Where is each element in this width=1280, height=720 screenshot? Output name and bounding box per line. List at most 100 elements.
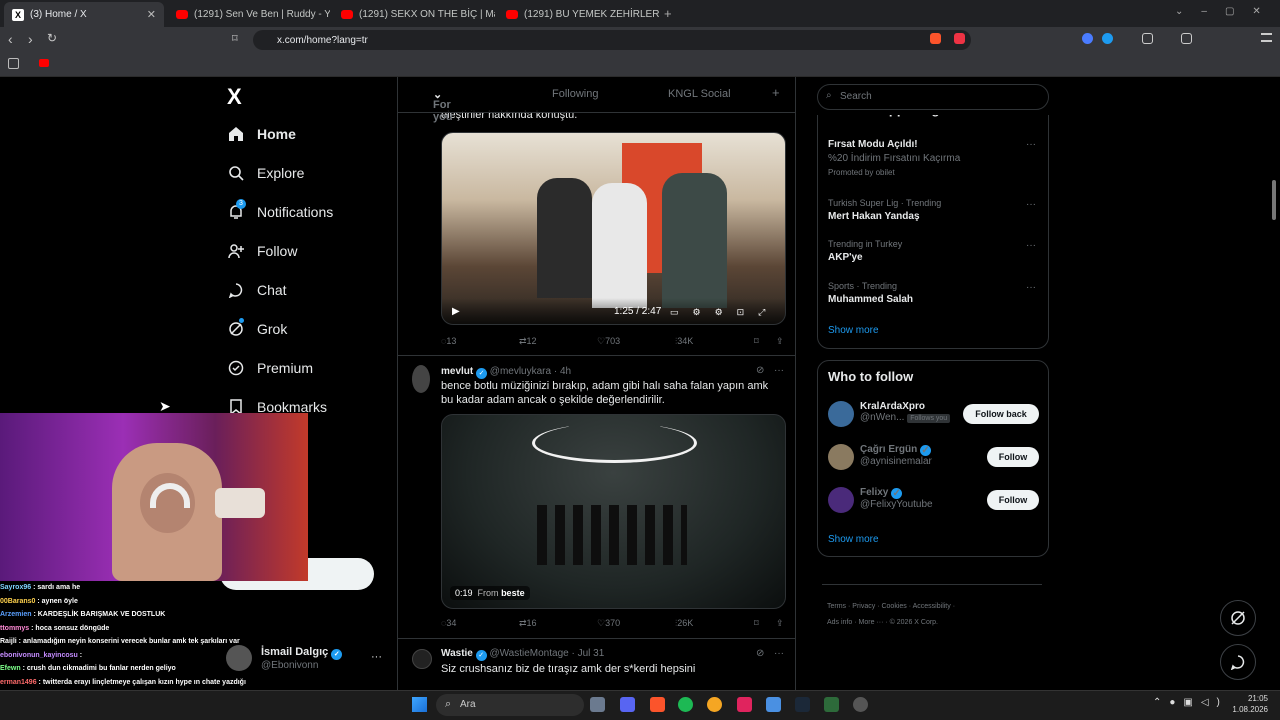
follow-suggestion[interactable]: Felixy ✓ @FelixyYoutube: [860, 487, 933, 510]
avatar[interactable]: [412, 649, 432, 669]
footer-links[interactable]: Terms · Privacy · Cookies · Accessibilit…: [827, 599, 1047, 631]
repost-button[interactable]: ⇄ 12: [519, 336, 537, 347]
more-icon[interactable]: ···: [1026, 139, 1036, 150]
apps-grid-icon[interactable]: [8, 58, 19, 69]
follow-button[interactable]: Follow: [987, 490, 1039, 510]
follow-suggestion[interactable]: Çağrı Ergün ✓ @aynisinemalar: [860, 444, 932, 467]
chat-text: hoca sonsuz döngüde: [35, 624, 110, 632]
sidebar-item-grok[interactable]: Grok: [227, 318, 287, 338]
sidebar-item-notifications[interactable]: 3 Notifications: [227, 199, 333, 221]
share-icon[interactable]: ⇪: [776, 618, 784, 629]
verified-icon: ✓: [891, 488, 903, 499]
grok-icon[interactable]: ⊘: [756, 365, 764, 376]
play-icon[interactable]: ▶: [452, 306, 460, 317]
show-more-link[interactable]: Show more: [828, 325, 879, 336]
app-icon[interactable]: [707, 697, 722, 712]
extension-icon[interactable]: [1082, 33, 1093, 44]
x-logo[interactable]: X: [227, 84, 242, 110]
bookmark-icon[interactable]: ⌑: [754, 336, 759, 347]
close-tab-icon[interactable]: ✕: [147, 8, 156, 21]
tab-x-home[interactable]: X (3) Home / X ✕: [4, 2, 164, 27]
sidebar-item-follow[interactable]: Follow: [227, 242, 297, 260]
account-more-icon[interactable]: ···: [371, 651, 382, 663]
youtube-bookmark-icon[interactable]: [39, 59, 49, 67]
follow-back-button[interactable]: Follow back: [963, 404, 1039, 424]
grok-fab-icon[interactable]: [1220, 600, 1256, 636]
trend-item[interactable]: Sports · Trending Muhammed Salah: [828, 281, 913, 305]
follow-suggestion[interactable]: KralArdaXpro @nWen... Follows you: [860, 401, 951, 423]
new-tab-button[interactable]: +: [664, 6, 672, 21]
app-icon[interactable]: [590, 697, 605, 712]
sidebar-item-premium[interactable]: Premium: [227, 359, 313, 377]
avatar[interactable]: [412, 365, 430, 393]
sidebar-item-home[interactable]: Home: [227, 125, 296, 143]
scrollbar-thumb[interactable]: [1272, 180, 1276, 220]
tab-following[interactable]: Following: [552, 88, 598, 100]
app-icon[interactable]: [824, 697, 839, 712]
sidebar-item-chat[interactable]: Chat: [227, 281, 287, 299]
tab-youtube-2[interactable]: (1291) SEKX ON THE BİÇ | Madara Ol: [333, 4, 495, 24]
more-icon[interactable]: ···: [774, 365, 784, 376]
reply-button[interactable]: ◌ 34: [441, 618, 456, 628]
grok-icon[interactable]: ⊘: [756, 648, 764, 659]
brave-shield-icon[interactable]: [930, 33, 941, 44]
repost-button[interactable]: ⇄ 16: [519, 618, 537, 629]
brave-rewards-icon[interactable]: [954, 33, 965, 44]
obs-icon[interactable]: [853, 697, 868, 712]
puzzle-extensions-icon[interactable]: [1142, 33, 1153, 44]
more-icon[interactable]: ···: [774, 648, 784, 659]
tab-youtube-1[interactable]: (1291) Sen Ve Ben | Ruddy - YouTube: [168, 4, 330, 24]
avatar[interactable]: [828, 401, 854, 427]
back-button[interactable]: ‹: [8, 31, 13, 47]
timeline-tabs: For you ⌄ Following KNGL Social +: [398, 77, 795, 123]
tab-for-you[interactable]: For you ⌄: [433, 88, 453, 123]
like-button[interactable]: ♡ 370: [597, 618, 620, 629]
views-count[interactable]: ⫶ 34K: [675, 336, 693, 347]
video-controls[interactable]: ▭⚙⚙⊡⤢: [670, 307, 779, 318]
bookmark-page-icon[interactable]: ⌑: [232, 32, 238, 45]
more-icon[interactable]: ···: [1026, 282, 1036, 293]
steam-icon[interactable]: [795, 697, 810, 712]
app-icon[interactable]: [766, 697, 781, 712]
trend-item[interactable]: Trending in Turkey AKP'ye: [828, 239, 902, 263]
menu-icon[interactable]: [1261, 33, 1272, 42]
avatar[interactable]: [828, 444, 854, 470]
tweet-header: mevlut ✓ @mevluykara · 4h: [441, 366, 572, 379]
more-icon[interactable]: ···: [1026, 199, 1036, 210]
share-icon[interactable]: ⇪: [776, 336, 784, 347]
more-icon[interactable]: ···: [1026, 240, 1036, 251]
messages-fab-icon[interactable]: [1220, 644, 1256, 680]
follow-button[interactable]: Follow: [987, 447, 1039, 467]
clock[interactable]: 21:05 1.08.2026: [1228, 693, 1268, 715]
window-controls[interactable]: ⌄–▢✕: [1175, 6, 1279, 17]
show-more-link[interactable]: Show more: [828, 534, 879, 545]
like-button[interactable]: ♡ 703: [597, 336, 620, 347]
trend-item[interactable]: Turkish Super Lig · Trending Mert Hakan Y…: [828, 198, 941, 222]
trend-item[interactable]: Fırsat Modu Açıldı! %20 İndirim Fırsatını…: [828, 139, 960, 177]
forward-button[interactable]: ›: [28, 31, 33, 47]
extension-icon[interactable]: [1102, 33, 1113, 44]
app-icon[interactable]: [737, 697, 752, 712]
spotify-icon[interactable]: [678, 697, 693, 712]
bell-icon: 3: [227, 199, 246, 221]
sidebar-item-explore[interactable]: Explore: [227, 164, 304, 182]
add-tab-icon[interactable]: +: [772, 85, 780, 100]
search-input[interactable]: Search: [817, 84, 1049, 110]
sidebar-toggle-icon[interactable]: [1181, 33, 1192, 44]
system-tray[interactable]: ⌃●▣◁): [1153, 697, 1228, 708]
video-player[interactable]: ▶ 1:25 / 2:47 ▭⚙⚙⊡⤢: [441, 132, 786, 325]
discord-icon[interactable]: [620, 697, 635, 712]
avatar[interactable]: [828, 487, 854, 513]
brave-icon[interactable]: [650, 697, 665, 712]
reply-button[interactable]: ◌ 13: [441, 336, 456, 346]
address-bar[interactable]: x.com/home?lang=tr: [253, 30, 971, 50]
windows-start-icon[interactable]: [412, 697, 427, 712]
tab-youtube-3[interactable]: (1291) BU YEMEK ZEHİRLERİ EFE UYG: [498, 4, 660, 24]
views-count[interactable]: ⫶ 26K: [675, 618, 693, 629]
chat-username: 00Barans0: [0, 597, 36, 605]
taskbar-search[interactable]: Ara: [436, 694, 584, 716]
bookmark-icon[interactable]: ⌑: [754, 618, 759, 629]
video-player[interactable]: 0:19 From beste: [441, 414, 786, 609]
tab-kngl-social[interactable]: KNGL Social: [668, 88, 731, 100]
reload-button[interactable]: ↻: [47, 31, 57, 45]
